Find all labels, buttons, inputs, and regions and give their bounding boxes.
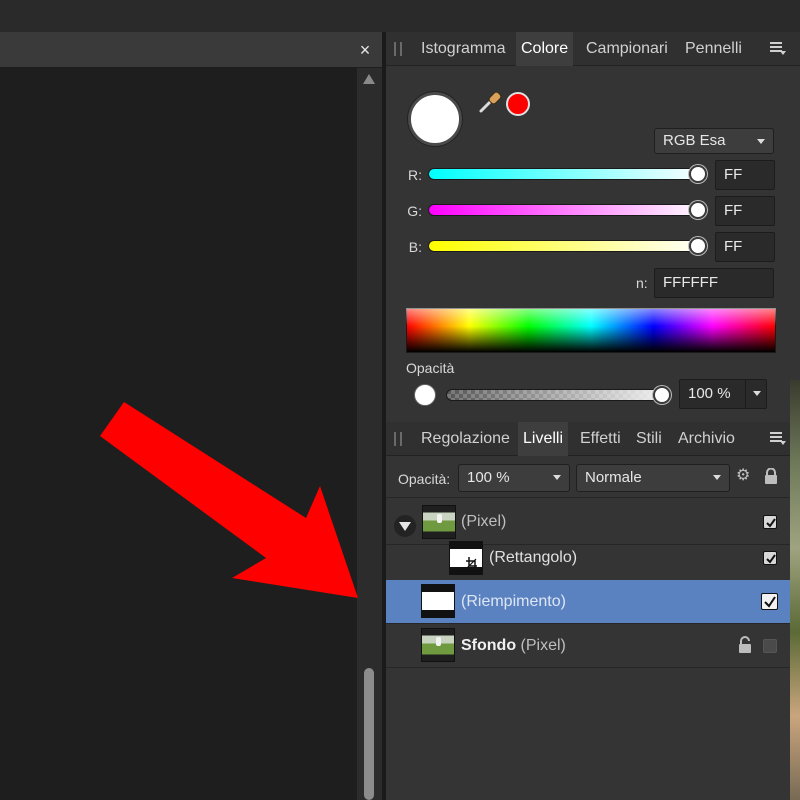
color-spectrum-highlight [406,308,776,326]
color-tab-strip: Istogramma Colore Campionari Pennelli [386,32,800,66]
close-icon[interactable]: × [354,39,376,61]
tab-colore[interactable]: Colore [516,32,574,66]
green-channel-value[interactable]: FF [715,196,775,226]
layer-label: (Rettangolo) [489,549,578,566]
layer-visibility-checkbox[interactable] [763,551,777,565]
blend-mode-dropdown[interactable]: Normale [576,464,730,492]
primary-color-swatch[interactable] [408,92,462,146]
green-channel-slider[interactable] [428,204,706,216]
layer-opacity-dropdown[interactable]: 100 % [458,464,570,492]
red-channel-knob[interactable] [689,165,707,183]
opacity-dropdown-button[interactable] [745,379,767,409]
expand-triangle-icon[interactable] [394,515,416,537]
layer-row-sfondo[interactable]: Sfondo (Pixel) [386,624,800,668]
tab-regolazione[interactable]: Regolazione [416,422,515,456]
red-channel-label: R: [408,167,422,183]
red-channel-slider[interactable] [428,168,706,180]
layer-thumbnail [449,541,483,575]
chevron-down-icon [757,139,765,144]
red-channel-value[interactable]: FF [715,160,775,190]
color-mode-value: RGB Esa [663,132,726,149]
layer-visibility-checkbox[interactable] [763,515,777,529]
opacity-label: Opacità [406,360,455,376]
layer-lock-icon[interactable] [738,636,752,654]
chevron-down-icon [753,391,761,396]
layer-opacity-value: 100 % [467,469,510,486]
layer-row-rettangolo[interactable]: (Rettangolo) [386,537,800,581]
tab-istogramma[interactable]: Istogramma [416,32,510,66]
opacity-slider[interactable] [446,389,664,401]
chevron-down-icon [553,475,561,480]
blue-channel-slider[interactable] [428,240,706,252]
scroll-up-arrow-icon[interactable] [363,74,375,84]
opacity-knob[interactable] [653,386,671,404]
blue-channel-knob[interactable] [689,237,707,255]
secondary-color-swatch[interactable] [506,92,530,116]
app-top-strip [0,0,800,32]
hex-value-field[interactable]: FFFFFF [654,268,774,298]
eyedropper-icon[interactable] [476,88,504,116]
green-channel-knob[interactable] [689,201,707,219]
layer-visibility-checkbox[interactable] [761,593,778,610]
background-photo-edge [790,380,800,800]
panel-grip-icon[interactable] [394,432,402,446]
layer-label: (Riempimento) [461,593,566,610]
layer-label: (Pixel) [461,513,507,530]
red-arrow-annotation [100,402,358,598]
gear-icon[interactable]: ⚙ [736,468,752,484]
chevron-down-icon [713,475,721,480]
tab-pennelli[interactable]: Pennelli [680,32,747,66]
blue-channel-label: B: [408,239,422,255]
layers-tab-strip: Regolazione Livelli Effetti Stili Archiv… [386,422,800,456]
tab-archivio[interactable]: Archivio [673,422,740,456]
tab-livelli[interactable]: Livelli [518,422,569,456]
opacity-color-swatch[interactable] [414,384,436,406]
panel-menu-icon[interactable] [770,41,786,55]
hex-label: n: [636,275,648,291]
panel-grip-icon[interactable] [394,42,402,56]
color-mode-dropdown[interactable]: RGB Esa [654,128,774,154]
layer-thumbnail [422,505,456,539]
layer-label: Sfondo (Pixel) [461,637,566,654]
studio-panel: Istogramma Colore Campionari Pennelli RG… [386,32,800,800]
blend-mode-value: Normale [585,469,642,486]
scroll-thumb[interactable] [364,668,374,800]
tab-effetti[interactable]: Effetti [575,422,626,456]
tab-campionari[interactable]: Campionari [581,32,673,66]
layer-thumbnail [421,628,455,662]
green-channel-label: G: [407,203,422,219]
layer-row-riempimento[interactable]: (Riempimento) [386,580,800,624]
layer-visibility-checkbox[interactable] [763,639,777,653]
document-tab-bar: × [0,32,382,68]
tab-stili[interactable]: Stili [631,422,667,456]
lock-icon[interactable] [764,468,778,484]
layer-thumbnail [421,584,455,618]
panel-menu-icon[interactable] [770,431,786,445]
blue-channel-value[interactable]: FF [715,232,775,262]
layer-opacity-label: Opacità: [398,471,451,487]
